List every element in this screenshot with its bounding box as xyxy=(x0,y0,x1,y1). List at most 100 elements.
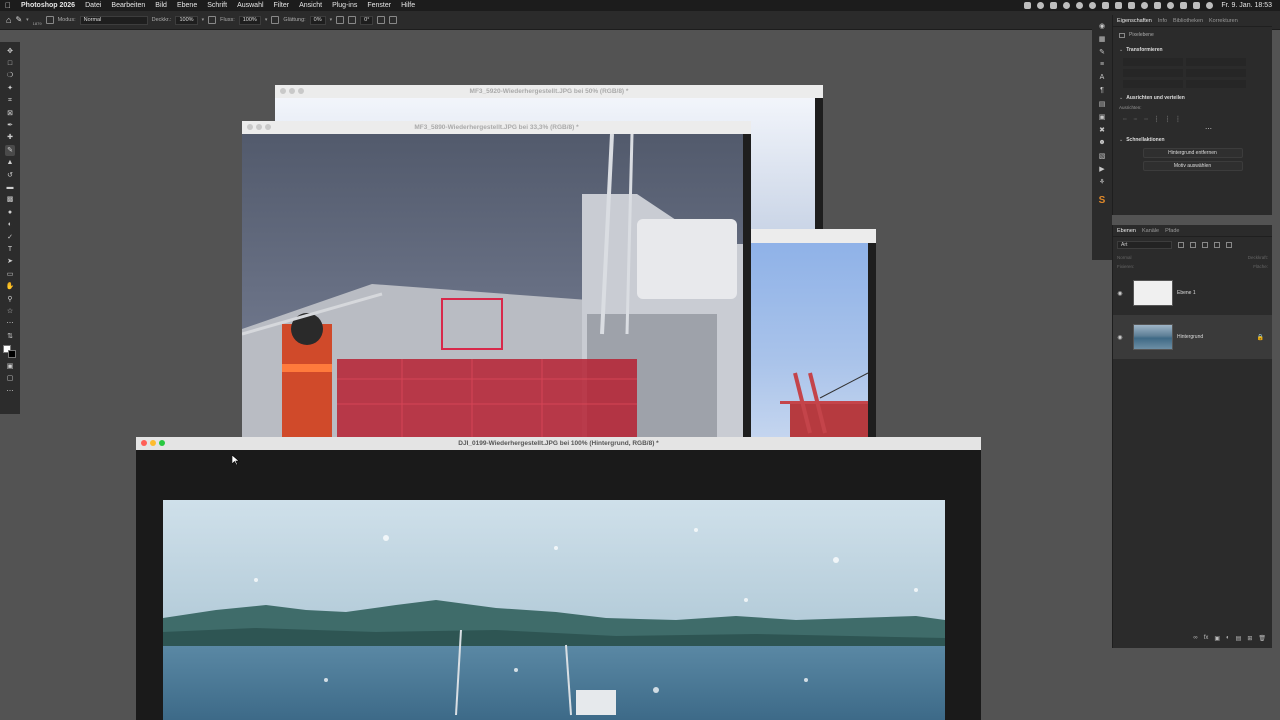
dropbox-icon[interactable] xyxy=(1024,2,1032,9)
paragraph-panel-icon[interactable]: ¶ xyxy=(1098,86,1107,95)
y-field[interactable] xyxy=(1186,69,1246,77)
smoothing-field[interactable]: 0% xyxy=(309,15,326,25)
layer-name[interactable]: Hintergrund xyxy=(1177,334,1203,340)
marquee-tool-icon[interactable]: □ xyxy=(5,58,15,68)
menu-ansicht[interactable]: Ansicht xyxy=(294,2,327,9)
symmetry-icon[interactable] xyxy=(389,16,398,24)
eyedropper-tool-icon[interactable]: ✒ xyxy=(5,120,15,130)
smoothing-chevron-icon[interactable]: ▾ xyxy=(330,17,333,23)
trash-icon[interactable]: 🗑 xyxy=(1258,635,1266,642)
width-field[interactable] xyxy=(1123,58,1183,66)
grid-icon[interactable] xyxy=(1102,2,1110,9)
document-titlebar-side[interactable] xyxy=(750,229,876,243)
clone-panel-icon[interactable]: ▧ xyxy=(1098,151,1107,160)
group-folder-icon[interactable]: ▤ xyxy=(1236,635,1242,642)
people-panel-icon[interactable]: ☻ xyxy=(1098,138,1107,147)
zoom-icon[interactable] xyxy=(159,440,165,446)
chevron-down-icon[interactable]: ⌄ xyxy=(1119,137,1123,143)
actions-panel-icon[interactable]: ▶ xyxy=(1098,164,1107,173)
new-layer-icon[interactable]: ⊞ xyxy=(1247,635,1252,642)
quick-actions-section[interactable]: ⌄ Schnellaktionen xyxy=(1113,133,1272,145)
fx-icon[interactable]: fx xyxy=(1204,635,1209,642)
flip-buttons[interactable] xyxy=(1186,80,1246,88)
wifi-icon[interactable] xyxy=(1141,2,1149,9)
star-tool-icon[interactable]: ☆ xyxy=(5,306,15,316)
adjustment-layer-icon[interactable]: ◐ xyxy=(1226,635,1230,642)
brush-panel-icon[interactable]: ✎ xyxy=(1098,47,1107,56)
opacity-field[interactable]: 100% xyxy=(175,15,198,25)
filter-adjust-icon[interactable] xyxy=(1190,242,1196,248)
control-center-icon[interactable] xyxy=(1180,2,1188,9)
opacity-chevron-icon[interactable]: ▾ xyxy=(202,17,205,23)
menu-schrift[interactable]: Schrift xyxy=(202,2,232,9)
document-titlebar[interactable]: MF3_5920-Wiederhergestellt.JPG bei 50% (… xyxy=(275,85,823,98)
swatches-panel-icon[interactable]: ▦ xyxy=(1098,34,1107,43)
move-tool-icon[interactable]: ✥ xyxy=(5,46,15,56)
tab-ebenen[interactable]: Ebenen xyxy=(1117,228,1136,234)
plugin-panel-icon[interactable]: ⚘ xyxy=(1098,177,1107,186)
pencil-icon[interactable] xyxy=(1050,2,1058,9)
mask-icon[interactable]: ▣ xyxy=(1214,635,1220,642)
eye-icon[interactable]: ◉ xyxy=(1113,334,1127,341)
crop-tool-icon[interactable]: ⌗ xyxy=(5,96,15,106)
tab-kanaele[interactable]: Kanäle xyxy=(1142,228,1159,234)
document-canvas-side[interactable] xyxy=(750,243,868,437)
select-subject-button[interactable]: Motiv auswählen xyxy=(1142,161,1243,171)
eraser-tool-icon[interactable]: ▬ xyxy=(5,182,15,192)
filter-kind-select[interactable]: Art xyxy=(1117,241,1172,249)
zoom-icon[interactable] xyxy=(298,88,304,94)
layer-comps-panel-icon[interactable]: ▤ xyxy=(1098,99,1107,108)
blur-tool-icon[interactable]: ● xyxy=(5,207,15,217)
angle-field[interactable]: 0° xyxy=(360,15,374,25)
document-canvas[interactable] xyxy=(242,134,743,437)
notes-panel-icon[interactable]: ▣ xyxy=(1098,112,1107,121)
document-titlebar[interactable]: MF3_5890-Wiederhergestellt.JPG bei 33,3%… xyxy=(242,121,751,134)
eye-icon[interactable]: ◉ xyxy=(1113,290,1127,297)
menu-fenster[interactable]: Fenster xyxy=(362,2,396,9)
minimize-icon[interactable] xyxy=(256,124,262,130)
blend-mode-select[interactable]: Normal xyxy=(1117,255,1132,260)
menu-plugins[interactable]: Plug-ins xyxy=(327,2,362,9)
frame-tool-icon[interactable]: ⊠ xyxy=(5,108,15,118)
menu-ebene[interactable]: Ebene xyxy=(172,2,202,9)
lasso-tool-icon[interactable]: ❍ xyxy=(5,71,15,81)
pressure-size-icon[interactable] xyxy=(377,16,386,24)
filter-smart-icon[interactable] xyxy=(1226,242,1232,248)
document-canvas[interactable] xyxy=(136,450,981,720)
history-brush-tool-icon[interactable]: ↺ xyxy=(5,170,15,180)
x-field[interactable] xyxy=(1186,58,1246,66)
more-tools-icon[interactable]: ⋯ xyxy=(5,319,15,329)
battery-icon[interactable] xyxy=(1154,2,1162,9)
tab-eigenschaften[interactable]: Eigenschaften xyxy=(1117,18,1152,24)
circle-icon[interactable] xyxy=(1089,2,1097,9)
color-swatches[interactable] xyxy=(3,345,17,359)
chevron-down-icon[interactable]: ⌄ xyxy=(1119,95,1123,101)
airbrush-icon[interactable] xyxy=(271,16,280,24)
menu-datei[interactable]: Datei xyxy=(80,2,106,9)
menu-filter[interactable]: Filter xyxy=(269,2,295,9)
layer-row[interactable]: ◉ Ebene 1 xyxy=(1113,271,1272,315)
layer-name[interactable]: Ebene 1 xyxy=(1177,290,1196,296)
menu-app-name[interactable]: Photoshop 2026 xyxy=(16,2,80,9)
tab-pfade[interactable]: Pfade xyxy=(1165,228,1179,234)
menu-auswahl[interactable]: Auswahl xyxy=(232,2,268,9)
close-icon[interactable] xyxy=(247,124,253,130)
zoom-tool-icon[interactable]: ⚲ xyxy=(5,294,15,304)
transform-section[interactable]: ⌄ Transformieren xyxy=(1113,43,1272,55)
document-titlebar[interactable]: DJI_0199-Wiederhergestellt.JPG bei 100% … xyxy=(136,437,981,450)
siri-icon[interactable] xyxy=(1206,2,1214,9)
align-bottom-icon[interactable]: ┆ xyxy=(1176,116,1180,123)
minimize-icon[interactable] xyxy=(150,440,156,446)
adjust-panel-icon[interactable]: ≡ xyxy=(1098,60,1107,69)
document-window-middle[interactable]: MF3_5890-Wiederhergestellt.JPG bei 33,3%… xyxy=(242,121,751,437)
background-color[interactable] xyxy=(8,350,16,359)
flow-field[interactable]: 100% xyxy=(238,15,261,25)
dodge-tool-icon[interactable]: ◐ xyxy=(5,219,15,229)
pen-tool-icon[interactable]: ✓ xyxy=(5,232,15,242)
volume-icon[interactable] xyxy=(1115,2,1123,9)
color-panel-icon[interactable]: ◉ xyxy=(1098,21,1107,30)
layer-row[interactable]: ◉ Hintergrund 🔒 xyxy=(1113,315,1272,359)
tab-info[interactable]: Info xyxy=(1158,18,1167,24)
pressure-opacity-icon[interactable] xyxy=(208,16,217,24)
brush-settings-icon[interactable] xyxy=(45,16,54,24)
